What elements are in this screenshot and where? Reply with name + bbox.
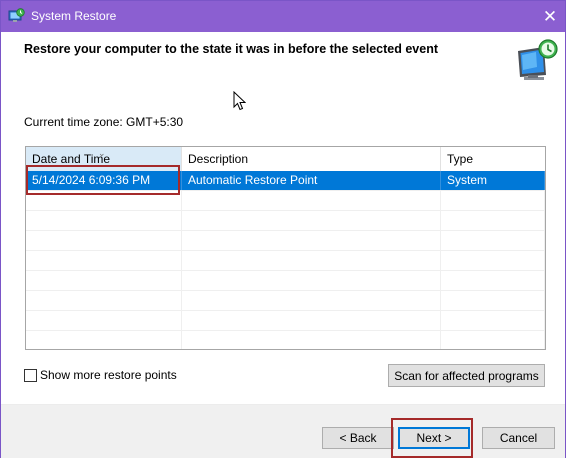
- close-icon: ✕: [542, 6, 558, 26]
- highlight-date-cell: [26, 165, 180, 195]
- cell-type: System: [441, 171, 545, 190]
- system-restore-icon: [8, 8, 25, 22]
- column-header-label: Description: [188, 152, 249, 166]
- window-title: System Restore: [31, 9, 117, 23]
- cancel-button[interactable]: Cancel: [482, 427, 555, 449]
- close-button[interactable]: ✕: [535, 1, 565, 32]
- empty-row: [26, 331, 545, 349]
- empty-row: [26, 251, 545, 271]
- empty-row: [26, 211, 545, 231]
- title-bar: System Restore ✕: [1, 1, 565, 32]
- system-restore-window: System Restore ✕ Restore your computer t…: [0, 0, 566, 458]
- table-body: 5/14/2024 6:09:36 PM Automatic Restore P…: [26, 171, 545, 349]
- page-heading: Restore your computer to the state it wa…: [24, 42, 438, 56]
- timezone-label: Current time zone: GMT+5:30: [24, 115, 184, 129]
- empty-row: [26, 231, 545, 251]
- cell-description: Automatic Restore Point: [182, 171, 441, 190]
- column-header-type[interactable]: Type: [441, 147, 545, 171]
- empty-row: [26, 311, 545, 331]
- show-more-label: Show more restore points: [40, 368, 177, 382]
- empty-row: [26, 271, 545, 291]
- empty-row: [26, 291, 545, 311]
- highlight-next-button: [391, 418, 473, 458]
- sort-down-icon: ⌄: [98, 148, 106, 158]
- monitor-restore-icon: [518, 39, 558, 80]
- scan-affected-programs-button[interactable]: Scan for affected programs: [388, 364, 545, 387]
- column-header-description[interactable]: Description: [182, 147, 441, 171]
- back-button[interactable]: < Back: [322, 427, 394, 449]
- mouse-cursor-icon: [233, 91, 246, 111]
- show-more-checkbox[interactable]: [24, 368, 37, 382]
- show-more-restore-points[interactable]: Show more restore points: [24, 368, 177, 382]
- column-header-label: Type: [447, 152, 474, 166]
- footer-bar: [1, 405, 565, 458]
